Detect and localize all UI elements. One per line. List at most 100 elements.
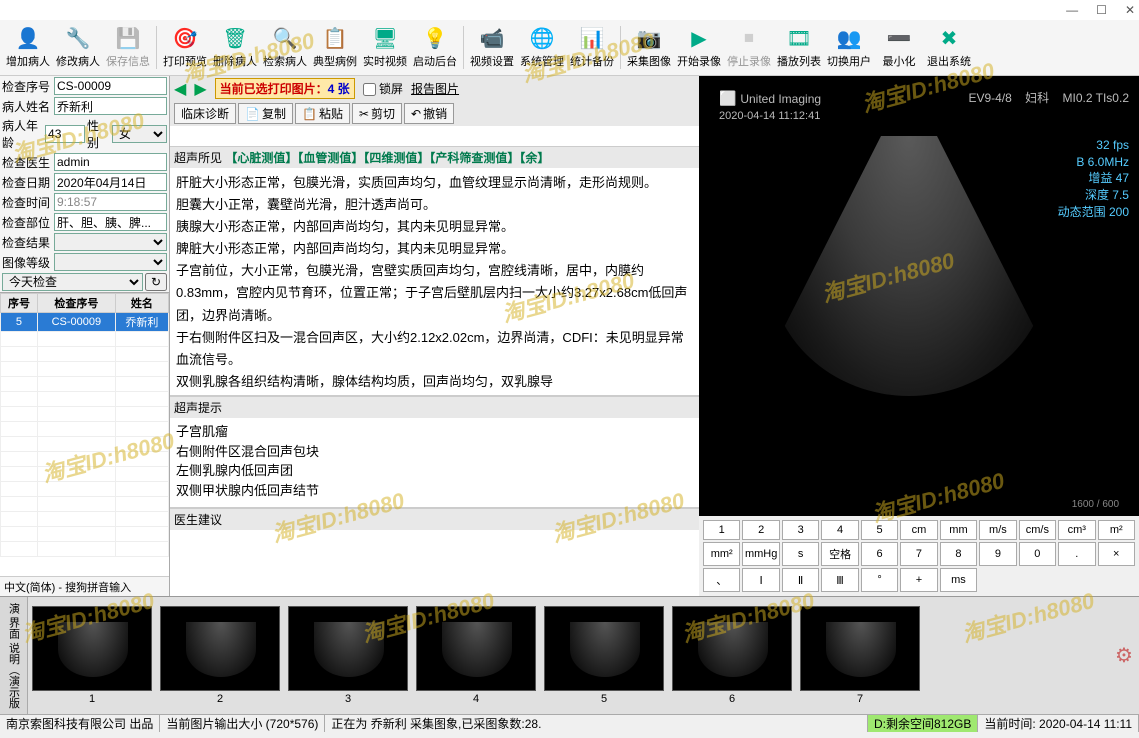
status-disk: D:剩余空间812GB — [868, 715, 978, 732]
toolbar-修改病人[interactable]: 🔧修改病人 — [54, 22, 102, 73]
doctor-input[interactable] — [54, 153, 167, 171]
result-label: 检查结果 — [2, 234, 52, 251]
toolbar-停止录像: ⏹停止录像 — [725, 22, 773, 73]
key-2[interactable]: 2 — [742, 520, 779, 540]
key-7[interactable]: 7 — [900, 542, 937, 566]
findings-textarea[interactable]: 肝脏大小形态正常，包膜光滑，实质回声均匀，血管纹理显示尚清晰，走形尚规则。胆囊大… — [170, 168, 699, 396]
toolbar-删除病人[interactable]: 🗑删除病人 — [211, 22, 259, 73]
key-1[interactable]: 1 — [703, 520, 740, 540]
part-input[interactable] — [54, 213, 167, 231]
toolbar-系统管理[interactable]: 🌐系统管理 — [518, 22, 566, 73]
close-icon[interactable]: ✕ — [1125, 3, 1135, 17]
toolbar-退出系统[interactable]: ✖退出系统 — [925, 22, 973, 73]
key-9[interactable]: 9 — [979, 542, 1016, 566]
next-icon[interactable]: ▶ — [194, 79, 206, 99]
conclusion-label: 超声提示 — [170, 396, 699, 418]
suggest-label: 医生建议 — [170, 508, 699, 530]
gear-icon[interactable]: ⚙ — [1109, 597, 1139, 714]
key-Ⅲ[interactable]: Ⅲ — [821, 568, 858, 592]
key-3[interactable]: 3 — [782, 520, 819, 540]
prev-icon[interactable]: ◀ — [174, 79, 186, 99]
key-Ⅰ[interactable]: Ⅰ — [742, 568, 779, 592]
toolbar-最小化[interactable]: ➖最小化 — [875, 22, 923, 73]
toolbar-开始录像[interactable]: ▶开始录像 — [675, 22, 723, 73]
toolbar-启动后台[interactable]: 💡启动后台 — [411, 22, 459, 73]
ultrasound-preview: ⬜ United Imaging 2020-04-14 11:12:41 EV9… — [699, 76, 1139, 516]
grade-label: 图像等级 — [2, 254, 52, 271]
toolbar-保存信息: 💾保存信息 — [104, 22, 152, 73]
toolbar-采集图像[interactable]: 📷采集图像 — [625, 22, 673, 73]
toolbar-打印预览[interactable]: 🎯打印预览 — [161, 22, 209, 73]
key-mm²[interactable]: mm² — [703, 542, 740, 566]
key-m²[interactable]: m² — [1098, 520, 1135, 540]
toolbar-增加病人[interactable]: 👤增加病人 — [4, 22, 52, 73]
report-link[interactable]: 报告图片 — [411, 80, 459, 97]
time-label: 检查时间 — [2, 194, 52, 211]
key-6[interactable]: 6 — [861, 542, 898, 566]
thumbnail-7[interactable]: 7 — [800, 606, 920, 705]
key-×[interactable]: × — [1098, 542, 1135, 566]
key-空格[interactable]: 空格 — [821, 542, 858, 566]
toolbar-视频设置[interactable]: 📹视频设置 — [468, 22, 516, 73]
time-input[interactable] — [54, 193, 167, 211]
key-0[interactable]: 0 — [1019, 542, 1056, 566]
grade-select[interactable] — [54, 253, 167, 271]
lock-checkbox[interactable]: 锁屏 — [363, 80, 403, 97]
key-ms[interactable]: ms — [940, 568, 977, 592]
toolbar-检索病人[interactable]: 🔍检索病人 — [261, 22, 309, 73]
key-cm[interactable]: cm — [900, 520, 937, 540]
maximize-icon[interactable]: ☐ — [1096, 3, 1107, 17]
diag-button[interactable]: 临床诊断 — [174, 103, 236, 124]
toolbar-实时视频[interactable]: 🖥实时视频 — [361, 22, 409, 73]
minimize-icon[interactable]: — — [1066, 3, 1078, 17]
part-label: 检查部位 — [2, 214, 52, 231]
thumbnail-1[interactable]: 1 — [32, 606, 152, 705]
conclusion-textarea[interactable]: 子宫肌瘤右侧附件区混合回声包块左侧乳腺内低回声团双侧甲状腺内低回声结节 — [170, 418, 699, 508]
name-label: 病人姓名 — [2, 98, 52, 115]
status-vendor: 南京索图科技有限公司 出品 — [0, 715, 160, 732]
refresh-button[interactable]: ↻ — [145, 273, 167, 291]
exam-no-input[interactable] — [54, 77, 167, 95]
key-°[interactable]: ° — [861, 568, 898, 592]
toolbar-切换用户[interactable]: 👥切换用户 — [825, 22, 873, 73]
key-cm³[interactable]: cm³ — [1058, 520, 1095, 540]
status-size: 当前图片输出大小 (720*576) — [160, 715, 325, 732]
key-cm/s[interactable]: cm/s — [1019, 520, 1056, 540]
today-select[interactable]: 今天检查 — [2, 273, 143, 291]
key-5[interactable]: 5 — [861, 520, 898, 540]
key-m/s[interactable]: m/s — [979, 520, 1016, 540]
key-8[interactable]: 8 — [940, 542, 977, 566]
undo-button[interactable]: ↶ 撤销 — [404, 103, 454, 124]
thumbs-side-label: 演 界面 说明（演示版 — [0, 597, 28, 714]
thumbnail-5[interactable]: 5 — [544, 606, 664, 705]
key-Ⅱ[interactable]: Ⅱ — [782, 568, 819, 592]
key-4[interactable]: 4 — [821, 520, 858, 540]
thumbnail-2[interactable]: 2 — [160, 606, 280, 705]
key-mmHg[interactable]: mmHg — [742, 542, 779, 566]
date-input[interactable] — [54, 173, 167, 191]
copy-button[interactable]: 📄 复制 — [238, 103, 293, 124]
sex-select[interactable]: 女 — [112, 125, 167, 143]
key-+[interactable]: + — [900, 568, 937, 592]
name-input[interactable] — [54, 97, 167, 115]
thumbnail-6[interactable]: 6 — [672, 606, 792, 705]
exam-no-label: 检查序号 — [2, 78, 52, 95]
key-.[interactable]: . — [1058, 542, 1095, 566]
doctor-label: 检查医生 — [2, 154, 52, 171]
table-row[interactable]: 5CS-00009乔新利 — [1, 313, 169, 332]
result-select[interactable] — [54, 233, 167, 251]
status-msg: 正在为 乔新利 采集图象,已采图象数:28. — [325, 715, 868, 732]
key-、[interactable]: 、 — [703, 568, 740, 592]
age-input[interactable] — [45, 125, 85, 143]
key-s[interactable]: s — [782, 542, 819, 566]
date-label: 检查日期 — [2, 174, 52, 191]
cut-button[interactable]: ✂ 剪切 — [352, 103, 402, 124]
toolbar-统计备份[interactable]: 📊统计备份 — [568, 22, 616, 73]
thumbnail-3[interactable]: 3 — [288, 606, 408, 705]
key-mm[interactable]: mm — [940, 520, 977, 540]
toolbar-播放列表[interactable]: 🎞播放列表 — [775, 22, 823, 73]
toolbar-典型病例[interactable]: 📋典型病例 — [311, 22, 359, 73]
thumbnail-4[interactable]: 4 — [416, 606, 536, 705]
age-label: 病人年龄 — [2, 117, 43, 151]
paste-button[interactable]: 📋 粘贴 — [295, 103, 350, 124]
